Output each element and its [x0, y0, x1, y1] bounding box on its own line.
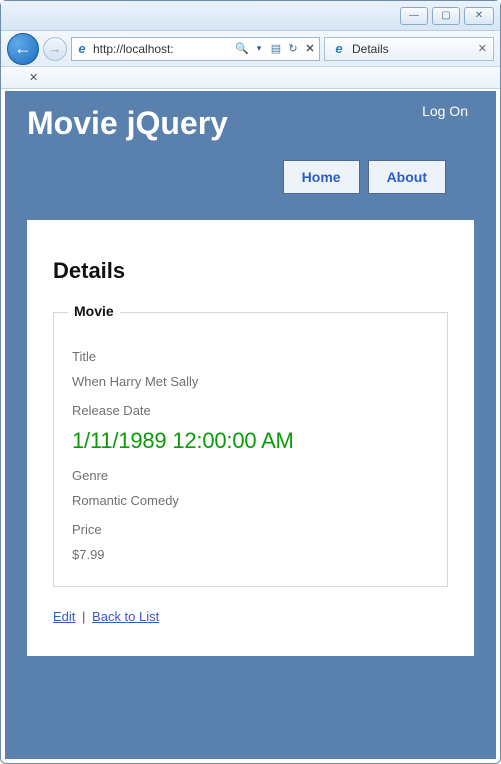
page-body: Log On Movie jQuery Home About Details M… — [5, 91, 496, 759]
browser-sub-bar: ✕ — [1, 67, 500, 89]
title-value: When Harry Met Sally — [72, 374, 429, 389]
browser-tab[interactable]: e Details ✕ — [324, 37, 494, 61]
genre-value: Romantic Comedy — [72, 493, 429, 508]
search-icon[interactable]: 🔍 — [235, 42, 249, 55]
price-value: $7.99 — [72, 547, 429, 562]
releasedate-label: Release Date — [72, 403, 429, 418]
window-titlebar: — ▢ ✕ — [1, 1, 500, 31]
maximize-button[interactable]: ▢ — [432, 7, 460, 25]
menu-home[interactable]: Home — [283, 160, 360, 194]
title-label: Title — [72, 349, 429, 364]
window-close-button[interactable]: ✕ — [464, 7, 494, 25]
browser-nav-bar: ← → e http://localhost: 🔍 ▾ ▤ ↻ ✕ e Deta… — [1, 31, 500, 67]
price-label: Price — [72, 522, 429, 537]
ie-icon: e — [74, 41, 90, 57]
tab-close-icon[interactable]: ✕ — [478, 42, 487, 55]
site-header: Log On Movie jQuery Home About — [5, 91, 496, 204]
main-content: Details Movie Title When Harry Met Sally… — [27, 220, 474, 656]
tab-title: Details — [352, 42, 473, 56]
tab-favicon-icon: e — [331, 41, 347, 57]
compat-view-icon[interactable]: ▤ — [269, 42, 283, 55]
action-links: Edit | Back to List — [53, 609, 448, 624]
main-menu: Home About — [27, 142, 474, 194]
fieldset-legend: Movie — [68, 303, 120, 319]
action-separator: | — [82, 609, 85, 624]
logon-link[interactable]: Log On — [422, 103, 468, 119]
back-button[interactable]: ← — [7, 33, 39, 65]
viewport[interactable]: Log On Movie jQuery Home About Details M… — [5, 91, 496, 759]
edit-link[interactable]: Edit — [53, 609, 75, 624]
search-dropdown-icon[interactable]: ▾ — [252, 43, 266, 54]
menu-about[interactable]: About — [368, 160, 446, 194]
site-title: Movie jQuery — [27, 105, 474, 142]
url-text: http://localhost: — [93, 42, 174, 56]
page-heading: Details — [53, 258, 448, 284]
back-arrow-icon: ← — [14, 38, 32, 59]
back-to-list-link[interactable]: Back to List — [92, 609, 159, 624]
minimize-button[interactable]: — — [400, 7, 428, 25]
forward-arrow-icon: → — [49, 41, 62, 56]
refresh-icon[interactable]: ↻ — [286, 42, 300, 55]
releasedate-value: 1/11/1989 12:00:00 AM — [72, 428, 429, 454]
subbar-close-icon[interactable]: ✕ — [29, 71, 38, 84]
movie-fieldset: Movie Title When Harry Met Sally Release… — [53, 312, 448, 587]
stop-icon[interactable]: ✕ — [303, 42, 317, 55]
address-bar[interactable]: e http://localhost: 🔍 ▾ ▤ ↻ ✕ — [71, 37, 320, 61]
forward-button[interactable]: → — [43, 37, 67, 61]
genre-label: Genre — [72, 468, 429, 483]
